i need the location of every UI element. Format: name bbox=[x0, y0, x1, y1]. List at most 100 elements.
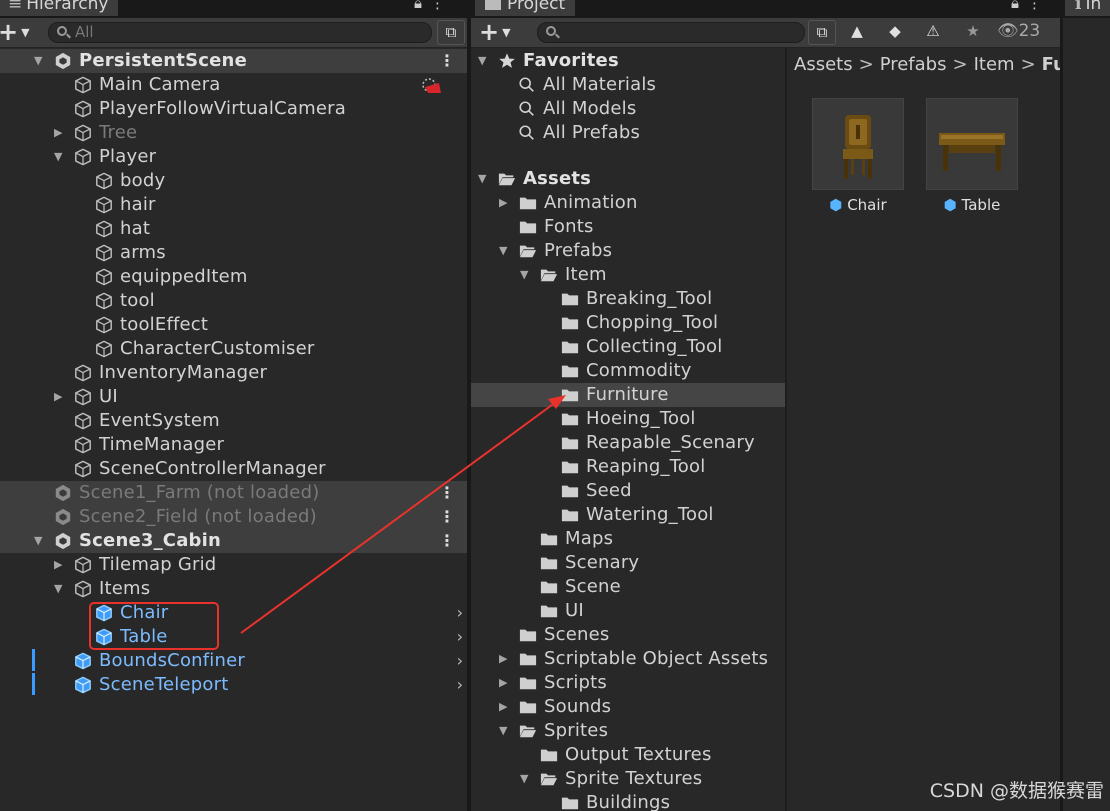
asset-table[interactable]: ⬢ Table bbox=[926, 98, 1018, 214]
folder-tree-item[interactable]: Collecting_Tool bbox=[471, 335, 785, 359]
folder-tree-item[interactable]: UI bbox=[471, 599, 785, 623]
open-prefab-chevron-icon[interactable]: › bbox=[457, 673, 463, 697]
folder-tree-item[interactable]: Reaping_Tool bbox=[471, 455, 785, 479]
folder-tree-item[interactable]: Hoeing_Tool bbox=[471, 407, 785, 431]
favorites-item[interactable]: All Prefabs bbox=[471, 121, 785, 145]
hierarchy-row[interactable]: ▶ UI bbox=[0, 385, 467, 409]
open-prefab-chevron-icon[interactable]: › bbox=[457, 649, 463, 673]
hierarchy-row[interactable]: CharacterCustomiser bbox=[0, 337, 467, 361]
favorites-item[interactable]: All Materials bbox=[471, 73, 785, 97]
folder-tree-item[interactable]: Scenes bbox=[471, 623, 785, 647]
expand-down-arrow-icon[interactable]: ▼ bbox=[54, 577, 62, 601]
folder-tree-item[interactable]: ▼ Prefabs bbox=[471, 239, 785, 263]
favorites-header[interactable]: ▼ Favorites bbox=[471, 49, 785, 73]
tab-project[interactable]: Project bbox=[475, 0, 576, 16]
hierarchy-row[interactable]: SceneControllerManager bbox=[0, 457, 467, 481]
hierarchy-row[interactable]: body bbox=[0, 169, 467, 193]
hierarchy-row[interactable]: Chair › bbox=[0, 601, 467, 625]
hierarchy-row[interactable]: EventSystem bbox=[0, 409, 467, 433]
folder-tree-item[interactable]: ▼ Sprites bbox=[471, 719, 785, 743]
hierarchy-row[interactable]: ▶ Tree bbox=[0, 121, 467, 145]
expand-right-arrow-icon[interactable]: ▶ bbox=[499, 695, 507, 719]
folder-tree-item[interactable]: Chopping_Tool bbox=[471, 311, 785, 335]
hierarchy-row[interactable]: tool bbox=[0, 289, 467, 313]
open-prefab-chevron-icon[interactable]: › bbox=[457, 601, 463, 625]
hierarchy-row[interactable]: hat bbox=[0, 217, 467, 241]
hierarchy-row[interactable]: ▼ Player bbox=[0, 145, 467, 169]
scene-menu-icon[interactable]: ⋮ bbox=[439, 529, 455, 553]
expand-right-arrow-icon[interactable]: ▶ bbox=[54, 385, 62, 409]
hierarchy-row[interactable]: ▶ Tilemap Grid bbox=[0, 553, 467, 577]
filter-warnings-icon[interactable]: ⚠ bbox=[919, 20, 947, 45]
expand-right-arrow-icon[interactable]: ▶ bbox=[499, 191, 507, 215]
expand-down-arrow-icon[interactable]: ▼ bbox=[34, 529, 42, 553]
scene-visibility-button[interactable]: ⧉ bbox=[437, 20, 465, 45]
folder-tree-item[interactable]: Maps bbox=[471, 527, 785, 551]
hierarchy-row[interactable]: hair bbox=[0, 193, 467, 217]
folder-tree-item[interactable]: Buildings bbox=[471, 791, 785, 811]
folder-tree-item[interactable]: ▼ Assets bbox=[471, 167, 785, 191]
expand-down-arrow-icon[interactable]: ▼ bbox=[499, 239, 507, 263]
hierarchy-row[interactable]: SceneTeleport › bbox=[0, 673, 467, 697]
hierarchy-row[interactable]: ▼ PersistentScene ⋮ bbox=[0, 49, 467, 73]
breadcrumb-furniture[interactable]: Furn bbox=[1042, 54, 1060, 75]
folder-tree-item[interactable]: ▶ Scriptable Object Assets bbox=[471, 647, 785, 671]
open-prefab-chevron-icon[interactable]: › bbox=[457, 625, 463, 649]
expand-right-arrow-icon[interactable]: ▶ bbox=[499, 671, 507, 695]
folder-tree-item[interactable]: Reapable_Scenary bbox=[471, 431, 785, 455]
folder-tree-item[interactable]: ▼ Sprite Textures bbox=[471, 767, 785, 791]
folder-tree-item[interactable]: Fonts bbox=[471, 215, 785, 239]
filter-by-type-icon[interactable]: ▲ bbox=[843, 20, 871, 45]
filter-by-label-icon[interactable]: ◆ bbox=[881, 20, 909, 45]
favorites-star-icon[interactable]: ★ bbox=[959, 20, 987, 45]
expand-down-arrow-icon[interactable]: ▼ bbox=[478, 49, 486, 73]
tab-hierarchy[interactable]: ≡ Hierarchy bbox=[0, 0, 119, 16]
hierarchy-row[interactable]: toolEffect bbox=[0, 313, 467, 337]
project-split-divider[interactable] bbox=[785, 48, 787, 811]
favorites-item[interactable]: All Models bbox=[471, 97, 785, 121]
folder-tree-item[interactable]: Commodity bbox=[471, 359, 785, 383]
breadcrumb-prefabs[interactable]: Prefabs bbox=[880, 54, 947, 75]
scene-menu-icon[interactable]: ⋮ bbox=[439, 505, 455, 529]
hierarchy-row[interactable]: ▼ Scene3_Cabin ⋮ bbox=[0, 529, 467, 553]
breadcrumb-assets[interactable]: Assets bbox=[794, 54, 853, 75]
expand-right-arrow-icon[interactable]: ▶ bbox=[54, 121, 62, 145]
scene-menu-icon[interactable]: ⋮ bbox=[439, 49, 455, 73]
asset-chair[interactable]: ⬢ Chair bbox=[812, 98, 904, 214]
scene-menu-icon[interactable]: ⋮ bbox=[439, 481, 455, 505]
project-search-input[interactable] bbox=[537, 22, 805, 43]
folder-tree-item[interactable]: ▶ Sounds bbox=[471, 695, 785, 719]
expand-down-arrow-icon[interactable]: ▼ bbox=[520, 767, 528, 791]
folder-tree-item[interactable]: Scene bbox=[471, 575, 785, 599]
tab-inspector[interactable]: ℹ In bbox=[1065, 0, 1110, 16]
search-scope-button[interactable]: ⧉ bbox=[808, 20, 836, 45]
folder-tree-item[interactable]: Breaking_Tool bbox=[471, 287, 785, 311]
hierarchy-row[interactable]: Main Camera bbox=[0, 73, 467, 97]
hierarchy-row[interactable]: PlayerFollowVirtualCamera bbox=[0, 97, 467, 121]
hierarchy-row[interactable]: Table › bbox=[0, 625, 467, 649]
hierarchy-row[interactable]: Scene2_Field (not loaded) ⋮ bbox=[0, 505, 467, 529]
project-tab-menu[interactable]: 🔒︎⋮ bbox=[1011, 0, 1050, 12]
expand-down-arrow-icon[interactable]: ▼ bbox=[478, 167, 486, 191]
hierarchy-row[interactable]: InventoryManager bbox=[0, 361, 467, 385]
hierarchy-row[interactable]: Scene1_Farm (not loaded) ⋮ bbox=[0, 481, 467, 505]
hierarchy-search-input[interactable]: All bbox=[48, 22, 432, 43]
hierarchy-row[interactable]: ▼ Items bbox=[0, 577, 467, 601]
expand-right-arrow-icon[interactable]: ▶ bbox=[54, 553, 62, 577]
breadcrumb-item[interactable]: Item bbox=[974, 54, 1015, 75]
folder-tree-item[interactable]: ▶ Scripts bbox=[471, 671, 785, 695]
folder-tree-item[interactable]: ▼ Item bbox=[471, 263, 785, 287]
create-button[interactable]: + ▼ bbox=[0, 20, 30, 44]
folder-tree-item[interactable]: Furniture bbox=[471, 383, 785, 407]
hierarchy-tab-menu[interactable]: 🔒︎⋮ bbox=[414, 0, 453, 12]
expand-down-arrow-icon[interactable]: ▼ bbox=[54, 145, 62, 169]
folder-tree-item[interactable]: Watering_Tool bbox=[471, 503, 785, 527]
hierarchy-row[interactable]: BoundsConfiner › bbox=[0, 649, 467, 673]
folder-tree-item[interactable]: Seed bbox=[471, 479, 785, 503]
hierarchy-row[interactable]: TimeManager bbox=[0, 433, 467, 457]
expand-down-arrow-icon[interactable]: ▼ bbox=[34, 49, 42, 73]
expand-down-arrow-icon[interactable]: ▼ bbox=[520, 263, 528, 287]
hierarchy-row[interactable]: equippedItem bbox=[0, 265, 467, 289]
project-create-button[interactable]: + ▼ bbox=[479, 20, 511, 44]
expand-down-arrow-icon[interactable]: ▼ bbox=[499, 719, 507, 743]
